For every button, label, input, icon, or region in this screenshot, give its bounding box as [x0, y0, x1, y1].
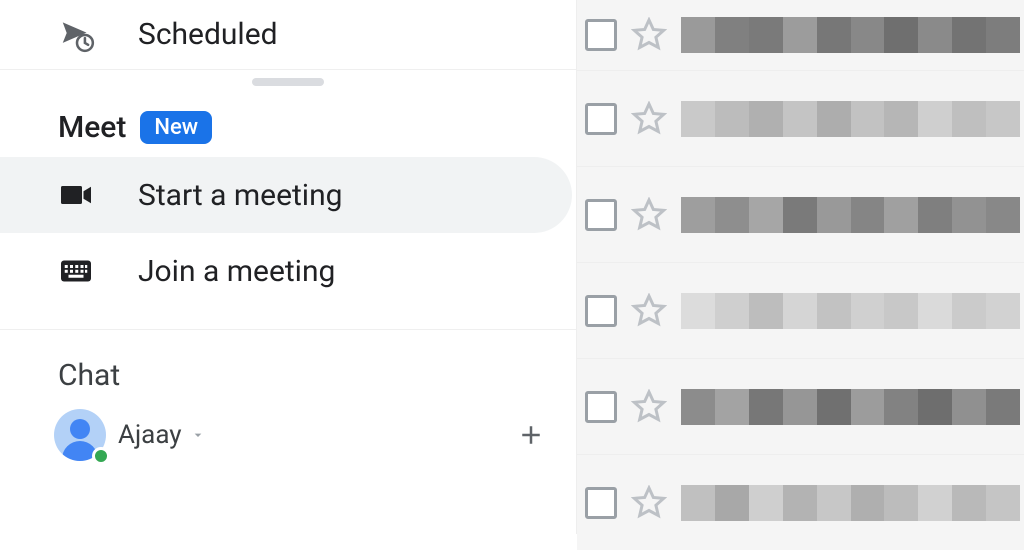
message-row[interactable] [577, 454, 1024, 550]
join-meeting-label: Join a meeting [138, 254, 335, 289]
select-checkbox[interactable] [585, 391, 617, 423]
meet-title: Meet [58, 110, 126, 145]
redacted-text [681, 293, 1020, 329]
chevron-down-icon[interactable] [190, 427, 206, 443]
select-checkbox[interactable] [585, 199, 617, 231]
redacted-text [681, 197, 1020, 233]
scheduled-icon [58, 16, 98, 54]
start-meeting-button[interactable]: Start a meeting [0, 157, 572, 233]
presence-indicator [92, 447, 110, 465]
sidebar-item-scheduled[interactable]: Scheduled [0, 0, 576, 70]
star-icon[interactable] [631, 101, 667, 137]
star-icon[interactable] [631, 17, 667, 53]
message-row[interactable] [577, 358, 1024, 454]
avatar [54, 409, 106, 461]
chat-user-row[interactable]: Ajaay [0, 403, 576, 461]
start-meeting-label: Start a meeting [138, 178, 343, 213]
star-icon[interactable] [631, 485, 667, 521]
select-checkbox[interactable] [585, 103, 617, 135]
star-icon[interactable] [631, 389, 667, 425]
star-icon[interactable] [631, 293, 667, 329]
add-chat-button[interactable] [516, 420, 546, 450]
redacted-text [681, 485, 1020, 521]
sidebar: Scheduled Meet New Start a meeting [0, 0, 576, 534]
redacted-text [681, 101, 1020, 137]
keyboard-icon [58, 253, 98, 289]
chat-user-name: Ajaay [118, 420, 182, 450]
new-badge: New [140, 111, 212, 144]
join-meeting-button[interactable]: Join a meeting [0, 233, 572, 309]
message-row[interactable] [577, 166, 1024, 262]
select-checkbox[interactable] [585, 487, 617, 519]
meet-section-header: Meet New [0, 82, 576, 157]
inbox-list [576, 0, 1024, 534]
message-row[interactable] [577, 262, 1024, 358]
video-camera-icon [58, 177, 98, 213]
star-icon[interactable] [631, 197, 667, 233]
chat-title: Chat [58, 358, 120, 393]
redacted-text [681, 389, 1020, 425]
select-checkbox[interactable] [585, 295, 617, 327]
select-checkbox[interactable] [585, 19, 617, 51]
redacted-text [681, 17, 1020, 53]
scheduled-label: Scheduled [138, 17, 278, 52]
message-row[interactable] [577, 70, 1024, 166]
chat-section-header: Chat [0, 330, 576, 403]
message-row[interactable] [577, 0, 1024, 70]
